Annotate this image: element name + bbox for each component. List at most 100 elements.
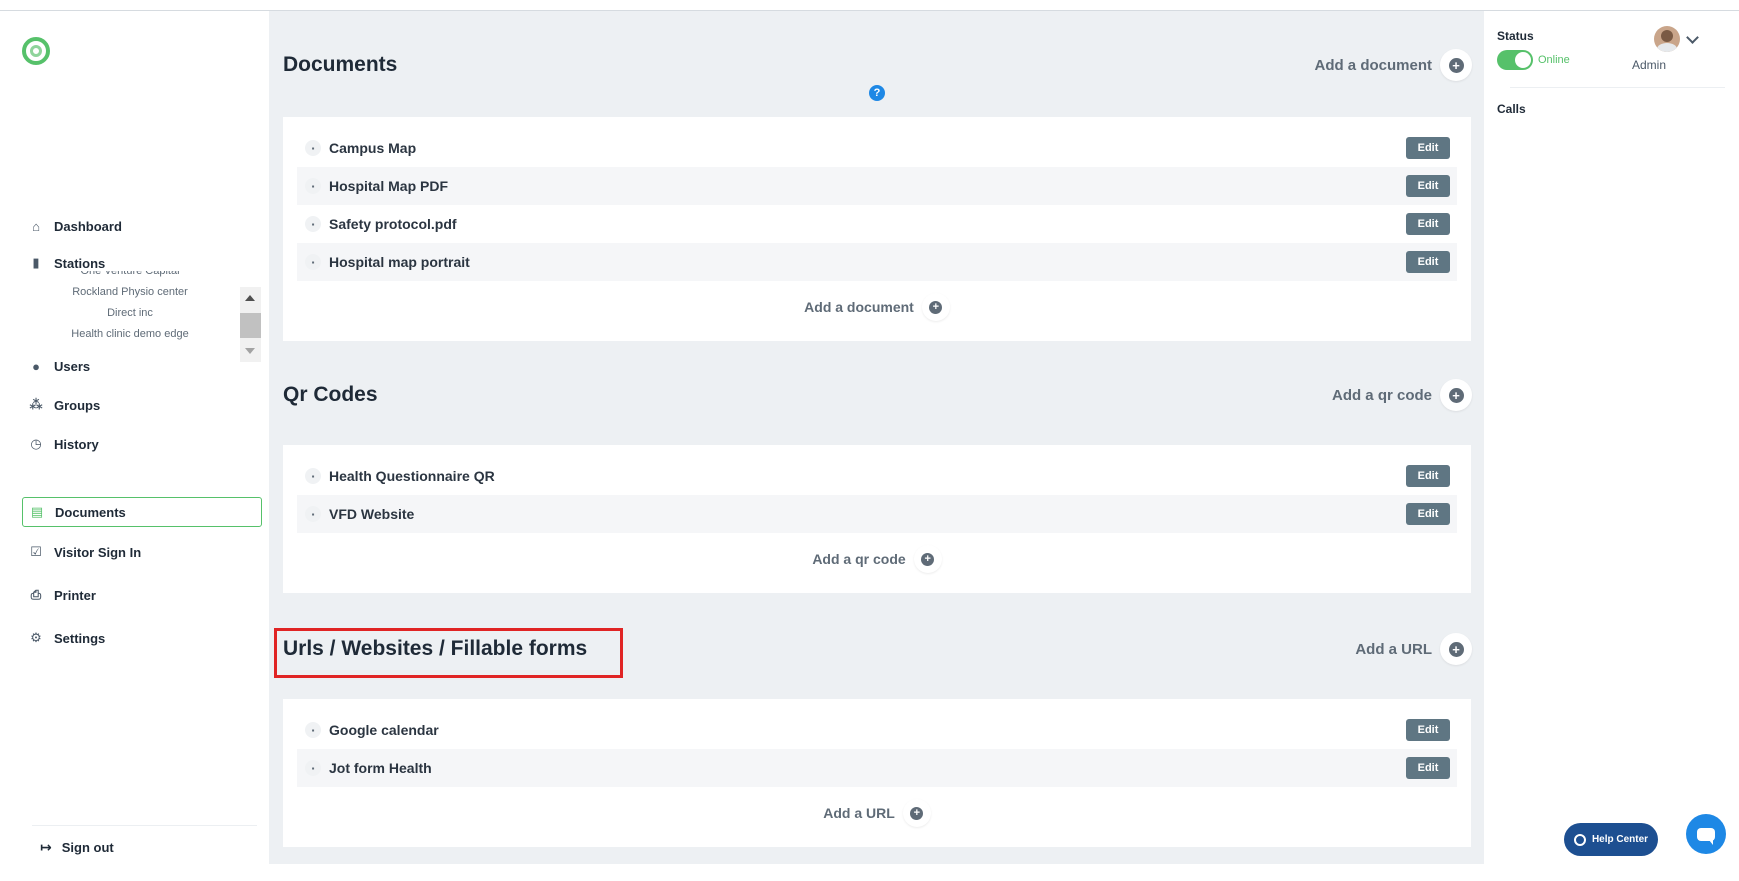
station-item[interactable]: Rockland Physio center — [40, 282, 220, 303]
chevron-down-icon[interactable] — [1686, 31, 1699, 44]
chat-icon — [1697, 827, 1715, 845]
status-toggle[interactable] — [1497, 50, 1533, 70]
edit-button[interactable]: Edit — [1406, 175, 1450, 197]
document-row: ▪ Hospital map portrait Edit — [297, 243, 1457, 281]
add-url-header-button[interactable]: Add a URL + — [1355, 633, 1472, 665]
url-name: Jot form Health — [329, 760, 432, 776]
lifebuoy-icon — [1573, 833, 1586, 846]
edit-button[interactable]: Edit — [1406, 757, 1450, 779]
add-document-footer-button[interactable]: Add a document + — [283, 293, 1471, 321]
app-root: ⌂ Dashboard ▮ Stations One Venture Capit… — [0, 0, 1739, 881]
help-icon[interactable]: ? — [869, 85, 885, 101]
add-url-label: Add a URL — [1355, 640, 1432, 658]
documents-main: Documents Add a document + ? ▪ Campus Ma… — [269, 11, 1484, 864]
calls-label: Calls — [1497, 102, 1526, 116]
sidebar-item-label: Settings — [54, 630, 106, 646]
plus-icon[interactable]: + — [1440, 633, 1472, 665]
add-document-label: Add a document — [804, 299, 914, 315]
document-name: Safety protocol.pdf — [329, 216, 457, 232]
document-row: ▪ Safety protocol.pdf Edit — [297, 205, 1457, 243]
document-name: Campus Map — [329, 140, 417, 156]
qr-code-row: ▪ Health Questionnaire QR Edit — [297, 457, 1457, 495]
station-item[interactable]: Direct inc — [40, 303, 220, 324]
qr-codes-card: ▪ Health Questionnaire QR Edit ▪ VFD Web… — [283, 445, 1471, 593]
status-value: Online — [1538, 54, 1570, 66]
station-item[interactable]: One Venture Capital — [40, 271, 220, 282]
sidebar-item-dashboard[interactable]: ⌂ Dashboard — [22, 211, 262, 241]
sidebar-item-label: Users — [54, 358, 91, 374]
add-document-header-button[interactable]: Add a document + — [1314, 49, 1472, 81]
sign-out-icon: ↦ — [40, 839, 52, 855]
urls-section-title: Urls / Websites / Fillable forms — [283, 637, 588, 660]
edit-button[interactable]: Edit — [1406, 465, 1450, 487]
scroll-up-icon[interactable] — [245, 295, 255, 301]
station-item[interactable]: Health clinic demo edge — [40, 324, 220, 345]
plus-icon[interactable]: + — [902, 799, 931, 827]
user-role: Admin — [1632, 58, 1667, 72]
sidebar-item-label: Visitor Sign In — [54, 544, 142, 560]
plus-icon[interactable]: + — [1440, 49, 1472, 81]
sidebar-item-users[interactable]: ● Users — [22, 351, 262, 381]
qr-code-name: VFD Website — [329, 506, 415, 522]
sidebar-item-groups[interactable]: ⁂ Groups — [22, 390, 262, 420]
edit-button[interactable]: Edit — [1406, 251, 1450, 273]
groups-icon: ⁂ — [29, 397, 43, 412]
sidebar-item-label: Printer — [54, 587, 96, 603]
station-icon: ▮ — [32, 255, 40, 270]
status-label: Status — [1497, 29, 1534, 43]
gear-icon: ⚙ — [30, 630, 42, 645]
sidebar-item-label: Stations — [54, 255, 106, 271]
add-url-label: Add a URL — [823, 805, 895, 821]
document-icon: ▤ — [30, 504, 44, 519]
qr-code-row: ▪ VFD Website Edit — [297, 495, 1457, 533]
file-icon: ▪ — [305, 506, 321, 522]
edit-button[interactable]: Edit — [1406, 503, 1450, 525]
clock-icon: ◷ — [30, 436, 42, 451]
chat-button[interactable] — [1686, 814, 1726, 854]
document-row: ▪ Campus Map Edit — [297, 129, 1457, 167]
right-panel: Status Online Admin Calls Help Center — [1484, 11, 1739, 871]
qr-codes-section-title: Qr Codes — [283, 383, 378, 406]
edit-button[interactable]: Edit — [1406, 137, 1450, 159]
help-center-button[interactable]: Help Center — [1564, 823, 1658, 856]
sidebar-divider — [32, 825, 257, 826]
app-logo[interactable] — [22, 37, 50, 65]
sidebar-item-documents[interactable]: ▤ Documents — [22, 497, 262, 527]
printer-icon: ⎙ — [30, 587, 42, 602]
document-row: ▪ Hospital Map PDF Edit — [297, 167, 1457, 205]
document-name: Hospital Map PDF — [329, 178, 449, 194]
urls-card: ▪ Google calendar Edit ▪ Jot form Health… — [283, 699, 1471, 847]
file-icon: ▪ — [305, 178, 321, 194]
sidebar-item-label: Dashboard — [54, 218, 122, 234]
plus-icon[interactable]: + — [913, 545, 942, 573]
sidebar-item-printer[interactable]: ⎙ Printer — [22, 580, 262, 610]
sidebar-item-settings[interactable]: ⚙ Settings — [22, 623, 262, 653]
add-qr-code-header-button[interactable]: Add a qr code + — [1332, 379, 1472, 411]
clipboard-icon: ☑ — [30, 544, 42, 559]
edit-button[interactable]: Edit — [1406, 719, 1450, 741]
document-name: Hospital map portrait — [329, 254, 470, 270]
add-url-footer-button[interactable]: Add a URL + — [283, 799, 1471, 827]
sign-out-button[interactable]: ↦ Sign out — [40, 839, 114, 856]
scroll-thumb[interactable] — [240, 313, 261, 338]
stations-list[interactable]: One Venture Capital Rockland Physio cent… — [40, 271, 260, 353]
file-icon: ▪ — [305, 722, 321, 738]
edit-button[interactable]: Edit — [1406, 213, 1450, 235]
documents-card: ▪ Campus Map Edit ▪ Hospital Map PDF Edi… — [283, 117, 1471, 341]
sidebar-item-history[interactable]: ◷ History — [22, 429, 262, 459]
sidebar: ⌂ Dashboard ▮ Stations One Venture Capit… — [0, 11, 269, 871]
plus-icon[interactable]: + — [921, 293, 950, 321]
add-document-label: Add a document — [1314, 56, 1432, 74]
avatar[interactable] — [1654, 26, 1680, 52]
sidebar-item-visitor-sign-in[interactable]: ☑ Visitor Sign In — [22, 537, 262, 567]
sidebar-item-label: Documents — [55, 504, 126, 520]
file-icon: ▪ — [305, 760, 321, 776]
file-icon: ▪ — [305, 140, 321, 156]
url-row: ▪ Google calendar Edit — [297, 711, 1457, 749]
plus-icon[interactable]: + — [1440, 379, 1472, 411]
add-qr-code-footer-button[interactable]: Add a qr code + — [283, 545, 1471, 573]
user-icon: ● — [32, 358, 40, 374]
file-icon: ▪ — [305, 468, 321, 484]
add-qr-code-label: Add a qr code — [1331, 386, 1432, 404]
sidebar-item-label: History — [54, 436, 99, 452]
